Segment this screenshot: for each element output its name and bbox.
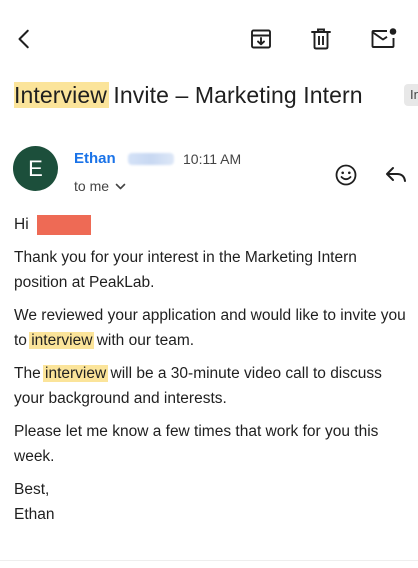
chevron-down-icon xyxy=(115,178,126,194)
timestamp: 10:11 AM xyxy=(183,151,242,167)
reply-icon[interactable] xyxy=(383,162,409,188)
signature-name: Ethan xyxy=(14,506,55,523)
mail-icon[interactable] xyxy=(368,24,400,54)
body-paragraph: The interview will be a 30-minute video … xyxy=(14,361,409,411)
body-text: The xyxy=(14,365,46,382)
signoff: Best, xyxy=(14,481,50,498)
signature-block: Best, Ethan xyxy=(14,477,409,527)
greeting-text: Hi xyxy=(14,216,29,233)
body-text: with our team. xyxy=(92,332,195,349)
emoji-icon[interactable] xyxy=(333,162,359,188)
greeting-line: Hi xyxy=(14,212,409,237)
search-highlight: interview xyxy=(43,365,109,382)
back-arrow-icon[interactable] xyxy=(10,24,40,54)
subject-rest: Invite – Marketing Intern xyxy=(106,82,363,108)
body-paragraph: We reviewed your application and would l… xyxy=(14,303,409,353)
avatar[interactable]: E xyxy=(13,146,58,191)
recipients-label: to me xyxy=(74,178,110,194)
email-body: Hi Thank you for your interest in the Ma… xyxy=(14,212,409,527)
top-app-bar xyxy=(0,0,418,76)
search-highlight: Interview xyxy=(14,82,109,108)
email-subject: Interview Invite – Marketing Intern Inb xyxy=(14,78,418,112)
divider xyxy=(0,560,418,561)
subject-text: Interview Invite – Marketing Intern xyxy=(14,82,363,108)
sender-name[interactable]: Ethan xyxy=(74,150,116,167)
redacted-name xyxy=(36,214,91,235)
inbox-label-chip[interactable]: Inb xyxy=(404,84,418,106)
archive-icon[interactable] xyxy=(246,24,276,54)
body-paragraph: Thank you for your interest in the Marke… xyxy=(14,249,357,291)
sender-surname-blurred xyxy=(128,153,174,165)
body-paragraph: Please let me know a few times that work… xyxy=(14,423,379,465)
trash-icon[interactable] xyxy=(306,24,336,54)
recipients-toggle[interactable]: to me xyxy=(74,178,126,194)
search-highlight: interview xyxy=(29,332,95,349)
